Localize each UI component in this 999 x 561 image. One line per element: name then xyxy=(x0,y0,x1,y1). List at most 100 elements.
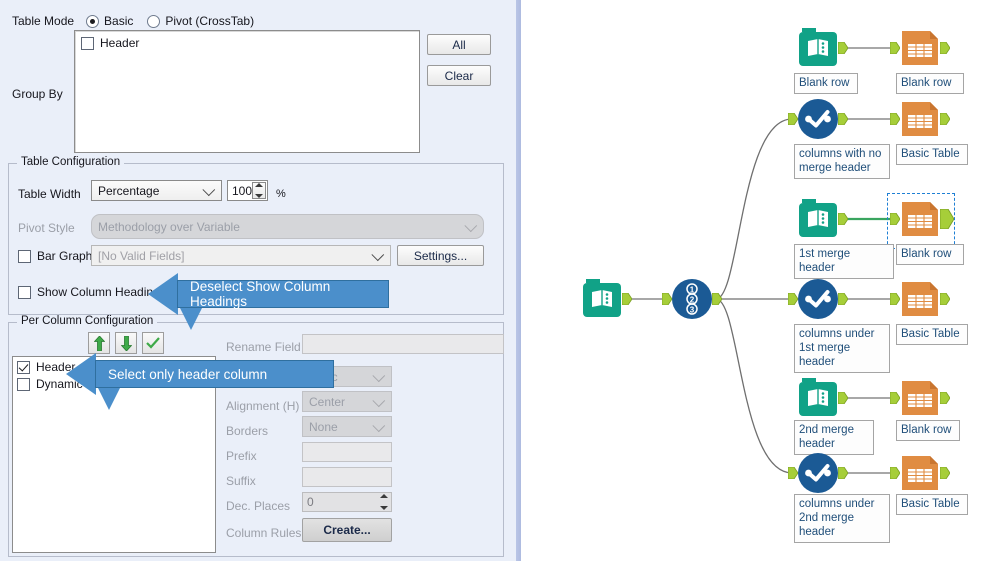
node-table-2[interactable] xyxy=(890,99,950,142)
output-anchor[interactable] xyxy=(940,209,954,229)
callout-text-2: Select only header column xyxy=(95,360,334,388)
output-anchor[interactable] xyxy=(712,293,722,305)
stepper-up-icon[interactable] xyxy=(379,494,388,498)
stepper-down-icon[interactable] xyxy=(255,194,263,198)
table-mode-label: Table Mode xyxy=(12,14,75,28)
show-column-headings-checkbox[interactable] xyxy=(18,285,31,299)
dec-places-stepper[interactable]: 0 xyxy=(302,492,392,512)
group-by-header-checkbox[interactable] xyxy=(81,36,94,50)
output-anchor[interactable] xyxy=(838,42,848,54)
input-anchor[interactable] xyxy=(890,113,900,125)
show-column-headings-row[interactable]: Show Column Headings xyxy=(18,285,166,299)
output-anchor[interactable] xyxy=(838,392,848,404)
bar-graph-settings-button[interactable]: Settings... xyxy=(397,245,484,266)
screenshot-root: Table Mode Basic Pivot (CrossTab) Group … xyxy=(0,0,999,561)
chevron-down-icon xyxy=(202,182,216,196)
radio-pivot-crosstab-indicator[interactable] xyxy=(147,14,161,28)
input-anchor[interactable] xyxy=(890,213,900,225)
stepper-buttons[interactable] xyxy=(252,182,266,199)
table-icon xyxy=(902,31,938,65)
group-by-header-label: Header xyxy=(100,36,140,50)
table-width-amount-stepper[interactable]: 100 xyxy=(227,180,268,201)
column-rules-label: Column Rules xyxy=(226,526,302,540)
radio-pivot-crosstab-label: Pivot (CrossTab) xyxy=(165,14,255,28)
input-anchor[interactable] xyxy=(788,113,798,125)
field-dynamic-checkbox[interactable] xyxy=(17,377,30,391)
bar-graph-checkbox-row[interactable]: Bar Graph xyxy=(18,249,92,263)
output-anchor[interactable] xyxy=(838,113,848,125)
callout-arrow-head xyxy=(66,353,96,395)
borders-label: Borders xyxy=(226,424,269,438)
node-formula-3[interactable] xyxy=(788,453,848,496)
alignment-label: Alignment (H) xyxy=(226,399,300,413)
arrow-down-icon xyxy=(120,335,132,351)
node-caption: Blank row xyxy=(896,420,960,441)
arrow-up-icon xyxy=(93,335,105,351)
output-anchor[interactable] xyxy=(940,392,950,404)
suffix-input[interactable] xyxy=(302,467,392,487)
bar-graph-field-combo: [No Valid Fields] xyxy=(91,245,391,266)
node-caption: Blank row xyxy=(896,244,964,265)
chevron-down-icon xyxy=(372,418,386,432)
output-anchor[interactable] xyxy=(940,42,950,54)
node-table-4[interactable] xyxy=(890,279,950,322)
node-blank-row-input-3[interactable] xyxy=(798,378,848,421)
prefix-input[interactable] xyxy=(302,442,392,462)
node-table-5[interactable] xyxy=(890,378,950,421)
output-anchor[interactable] xyxy=(940,293,950,305)
node-formula-1[interactable] xyxy=(788,99,848,142)
output-anchor[interactable] xyxy=(622,293,632,305)
chevron-down-icon xyxy=(464,218,478,232)
input-anchor[interactable] xyxy=(662,293,672,305)
input-anchor[interactable] xyxy=(890,42,900,54)
table-icon xyxy=(902,456,938,490)
input-anchor[interactable] xyxy=(890,467,900,479)
node-caption: Basic Table xyxy=(896,494,968,515)
output-anchor[interactable] xyxy=(940,467,950,479)
output-anchor[interactable] xyxy=(838,467,848,479)
node-record-id[interactable]: 1 2 3 xyxy=(662,279,722,322)
node-source-input[interactable] xyxy=(582,279,632,322)
prefix-label: Prefix xyxy=(226,449,257,463)
table-icon xyxy=(902,202,938,236)
create-column-rules-button[interactable]: Create... xyxy=(302,518,392,542)
node-table-6[interactable] xyxy=(890,453,950,496)
rename-field-input[interactable] xyxy=(302,334,504,354)
input-anchor[interactable] xyxy=(890,293,900,305)
move-field-up-button[interactable] xyxy=(88,332,110,354)
borders-combo: None xyxy=(302,416,392,437)
radio-basic-indicator[interactable] xyxy=(86,14,100,28)
table-width-combo[interactable]: Percentage xyxy=(91,180,222,201)
stepper-up-icon[interactable] xyxy=(255,183,263,187)
node-table-3-selected[interactable] xyxy=(890,199,954,242)
output-anchor[interactable] xyxy=(838,213,848,225)
field-header-checkbox[interactable] xyxy=(17,360,30,374)
dec-places-value: 0 xyxy=(307,495,314,509)
node-blank-row-input-1[interactable] xyxy=(798,28,848,71)
input-anchor[interactable] xyxy=(890,392,900,404)
node-formula-2[interactable] xyxy=(788,279,848,322)
select-all-button[interactable]: All xyxy=(427,34,491,55)
input-anchor[interactable] xyxy=(788,467,798,479)
stepper-buttons[interactable] xyxy=(378,494,389,510)
radio-basic[interactable]: Basic xyxy=(86,14,133,28)
workflow-canvas[interactable]: 1 2 3 Blank row Blank row columns with n… xyxy=(526,0,999,561)
group-by-listbox[interactable]: Header xyxy=(74,30,420,153)
stepper-down-icon[interactable] xyxy=(379,506,388,510)
bar-graph-checkbox[interactable] xyxy=(18,249,31,263)
input-anchor[interactable] xyxy=(788,293,798,305)
node-blank-row-input-2[interactable] xyxy=(798,199,848,242)
formula-icon xyxy=(798,453,838,493)
svg-text:1: 1 xyxy=(690,286,695,295)
clear-selection-button[interactable]: Clear xyxy=(427,65,491,86)
output-anchor[interactable] xyxy=(940,113,950,125)
move-field-down-button[interactable] xyxy=(115,332,137,354)
node-table-1[interactable] xyxy=(890,28,950,71)
check-all-fields-button[interactable] xyxy=(142,332,164,354)
table-width-combo-value: Percentage xyxy=(98,183,160,198)
output-anchor[interactable] xyxy=(838,293,848,305)
node-caption: columns under 2nd merge header xyxy=(794,494,890,543)
radio-pivot-crosstab[interactable]: Pivot (CrossTab) xyxy=(147,14,254,28)
input-data-icon xyxy=(799,378,837,416)
group-by-item-header[interactable]: Header xyxy=(75,31,419,50)
